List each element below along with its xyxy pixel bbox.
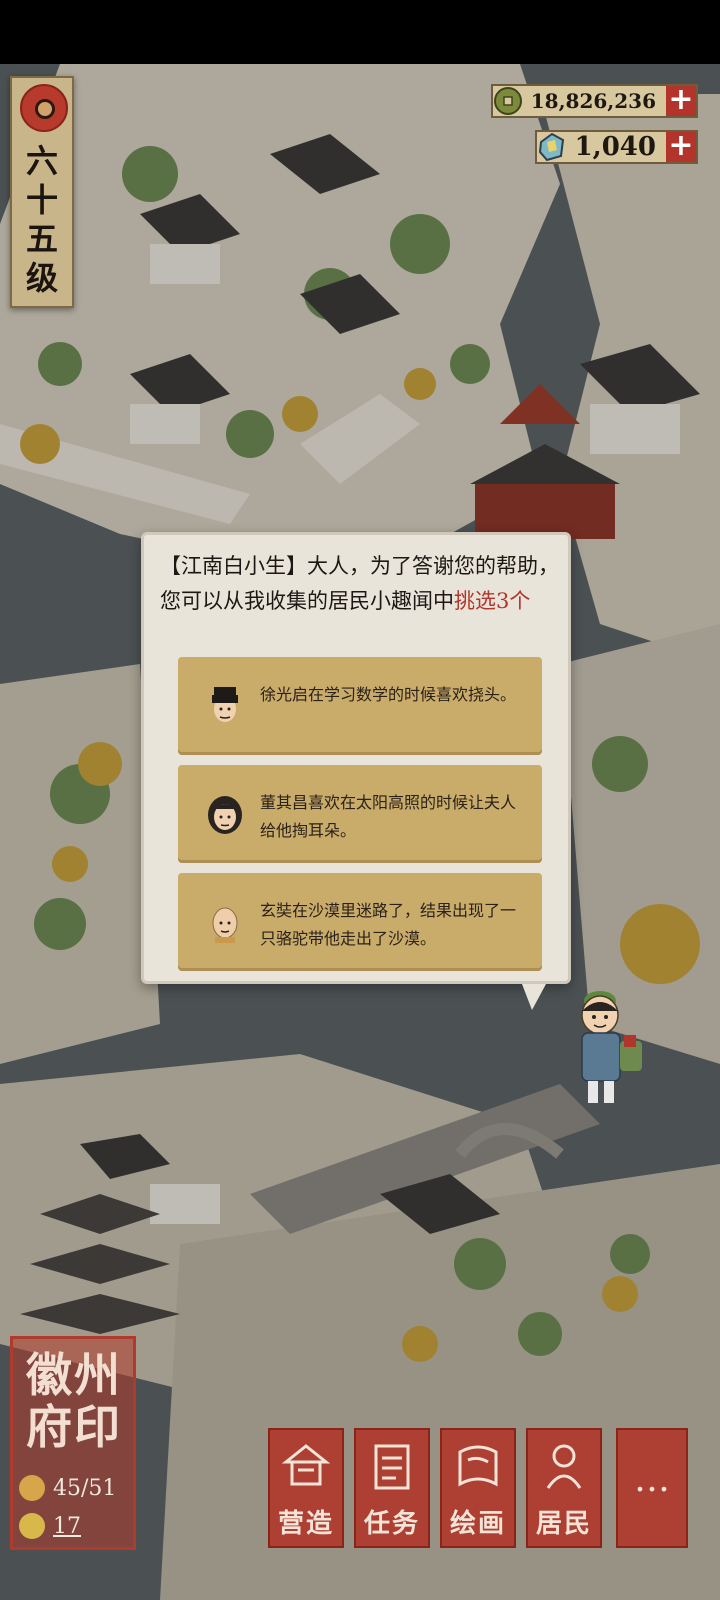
dialog-tail [522,984,546,1010]
level-text: 六十五级 [25,142,58,297]
dialog-highlight: 挑选3个 [454,589,531,613]
nav-task-button[interactable]: 任务 [354,1428,430,1548]
dialog-speaker: 【江南白小生】 [160,554,307,578]
jade-gem-icon [535,130,569,164]
nav-resident-label: 居民 [535,1509,592,1539]
gossip-option-text: 徐光启在学习数学的时候喜欢挠头。 [260,685,517,704]
nav-resident-button[interactable]: 居民 [526,1428,602,1548]
level-emblem-icon [20,84,68,132]
copper-coin-icon [491,84,525,118]
resident-icon [19,1475,45,1501]
coin-count: 17 [53,1513,81,1539]
task-book-icon [374,1444,410,1490]
resident-count-row: 45/51 [19,1473,137,1503]
nav-build-label: 营造 [277,1509,334,1539]
nav-painting-label: 绘画 [449,1509,506,1539]
resident-icon [546,1444,582,1489]
scroll-icon [458,1445,498,1487]
scholar-avatar-icon [202,683,248,729]
seal-title: 徽州府印 [26,1348,122,1454]
add-copper-button[interactable]: + [666,85,696,116]
nav-task-label: 任务 [363,1509,420,1539]
nav-painting-button[interactable]: 绘画 [440,1428,516,1548]
gossip-option-1[interactable]: 徐光启在学习数学的时候喜欢挠头。 [178,657,542,755]
dialog-message: 【江南白小生】大人，为了答谢您的帮助，您可以从我收集的居民小趣闻中挑选3个 [160,549,560,619]
coin-count-row: 17 [19,1511,137,1541]
long-hair-avatar-icon [202,791,248,837]
jade-gem-counter: 1,040 + [534,130,698,164]
nav-build-button[interactable]: 营造 [268,1428,344,1548]
gossip-option-2[interactable]: 董其昌喜欢在太阳高照的时候让夫人给他掏耳朵。 [178,765,542,863]
jade-gem-value: 1,040 [574,132,656,162]
gossip-option-3[interactable]: 玄奘在沙漠里迷路了，结果出现了一只骆驼带他走出了沙漠。 [178,873,542,971]
copper-coin-value: 18,826,236 [530,89,656,113]
gossip-dialog: 【江南白小生】大人，为了答谢您的帮助，您可以从我收集的居民小趣闻中挑选3个 徐光… [141,532,571,984]
coin-stack-icon [19,1513,45,1539]
copper-coin-counter: 18,826,236 + [490,84,698,118]
gossip-option-text: 董其昌喜欢在太阳高照的时候让夫人给他掏耳朵。 [260,793,517,840]
player-level-banner[interactable]: 六十五级 [10,76,74,308]
resident-count: 45/51 [53,1475,117,1501]
monk-avatar-icon [202,899,248,945]
prefecture-seal-panel[interactable]: 徽州府印 45/51 17 [10,1336,136,1550]
status-bar [0,0,720,64]
add-jade-button[interactable]: + [666,131,696,162]
gossip-option-text: 玄奘在沙漠里迷路了，结果出现了一只骆驼带他走出了沙漠。 [260,901,517,948]
more-button[interactable]: … [616,1428,688,1548]
build-icon [281,1444,331,1486]
scholar-character[interactable] [560,975,652,1115]
